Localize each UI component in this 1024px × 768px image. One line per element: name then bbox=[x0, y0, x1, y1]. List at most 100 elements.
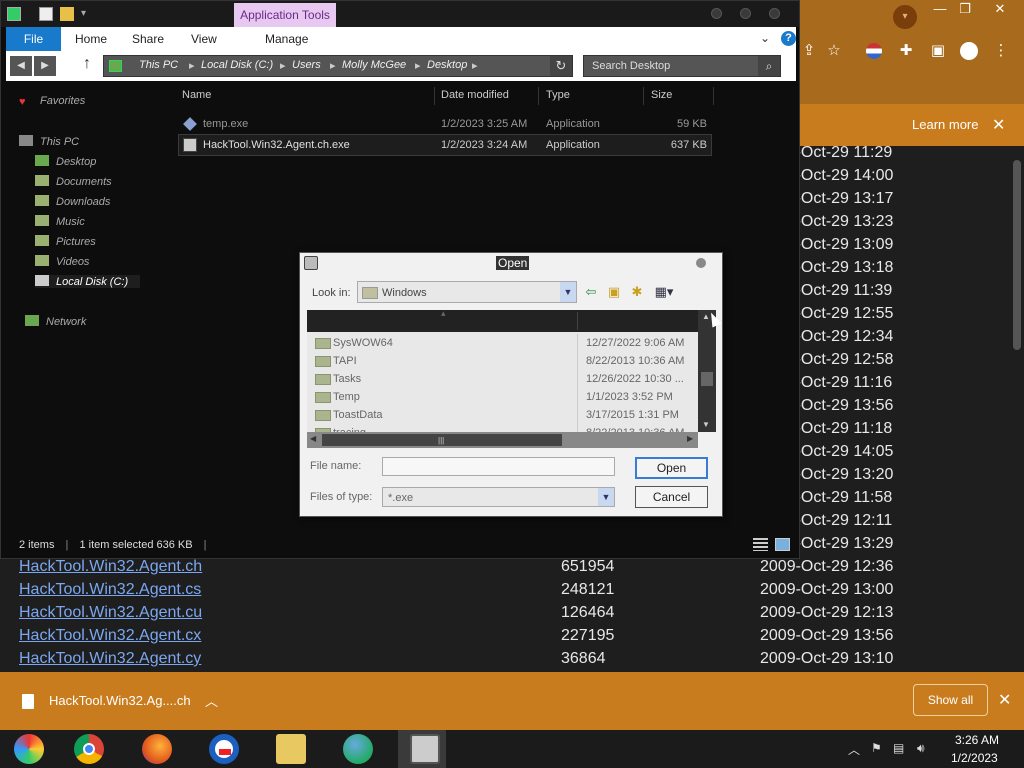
breadcrumb-this-pc[interactable]: This PC bbox=[139, 59, 178, 71]
search-icon[interactable]: ⌕ bbox=[758, 56, 780, 76]
taskbar-file-explorer[interactable] bbox=[264, 730, 312, 768]
nav-pictures[interactable]: Pictures bbox=[35, 235, 96, 248]
show-all-button[interactable]: Show all bbox=[913, 684, 988, 716]
new-folder-icon[interactable]: ✱ bbox=[628, 284, 646, 300]
column-divider[interactable] bbox=[434, 87, 435, 105]
up-arrow-icon[interactable]: ↑ bbox=[83, 55, 91, 73]
chevron-down-icon[interactable]: ▼ bbox=[560, 282, 576, 302]
breadcrumb-user[interactable]: Molly McGee bbox=[342, 59, 406, 71]
new-folder-icon[interactable] bbox=[60, 7, 74, 21]
properties-icon[interactable] bbox=[39, 7, 53, 21]
column-date[interactable]: Date modified bbox=[441, 89, 509, 101]
taskbar-chrome[interactable] bbox=[62, 730, 110, 768]
show-hidden-icons-icon[interactable]: ︿ bbox=[848, 741, 860, 758]
view-menu-icon[interactable]: ▦▾ bbox=[652, 284, 676, 300]
file-row[interactable]: temp.exe 1/2/2023 3:25 AM Application 59… bbox=[179, 114, 711, 134]
look-in-select[interactable]: Windows ▼ bbox=[357, 281, 577, 303]
tab-home[interactable]: Home bbox=[75, 27, 107, 51]
dialog-vertical-scrollbar[interactable]: ▲ ▼ bbox=[698, 310, 716, 432]
profile-menu-button[interactable]: ▾ bbox=[893, 5, 917, 29]
more-menu-icon[interactable]: ⋮ bbox=[990, 40, 1012, 62]
clock-time[interactable]: 3:26 AM bbox=[955, 733, 999, 747]
taskbar-opera[interactable] bbox=[197, 730, 245, 768]
nav-this-pc[interactable]: This PC bbox=[19, 135, 79, 148]
nav-music[interactable]: Music bbox=[35, 215, 85, 228]
chevron-up-icon[interactable]: ︿ bbox=[205, 691, 218, 710]
network-icon[interactable]: ▤ bbox=[893, 741, 904, 755]
tab-share[interactable]: Share bbox=[132, 27, 164, 51]
folder-row[interactable]: SysWOW64 12/27/2022 9:06 AM bbox=[307, 334, 698, 352]
side-panel-icon[interactable]: ▣ bbox=[927, 40, 949, 62]
folder-row[interactable]: Tasks 12/26/2022 10:30 ... bbox=[307, 370, 698, 388]
scroll-down-icon[interactable]: ▼ bbox=[702, 420, 710, 429]
column-type[interactable]: Type bbox=[546, 89, 570, 101]
nav-network[interactable]: Network bbox=[25, 315, 86, 328]
folder-row[interactable]: ToastData 3/17/2015 1:31 PM bbox=[307, 406, 698, 424]
dialog-vertical-scrollbar-thumb[interactable] bbox=[701, 372, 713, 386]
nav-favorites[interactable]: ♥ Favorites bbox=[19, 95, 85, 108]
account-avatar-icon[interactable] bbox=[958, 40, 980, 62]
back-arrow-icon[interactable]: ⇦ bbox=[582, 284, 600, 300]
breadcrumb-users[interactable]: Users bbox=[292, 59, 321, 71]
extension-flag-icon[interactable] bbox=[863, 40, 885, 62]
nav-videos[interactable]: Videos bbox=[35, 255, 89, 268]
file-link[interactable]: HackTool.Win32.Agent.ch bbox=[19, 558, 202, 576]
download-bar-close-icon[interactable]: ✕ bbox=[998, 690, 1011, 710]
file-link[interactable]: HackTool.Win32.Agent.cs bbox=[19, 581, 201, 599]
column-divider[interactable] bbox=[577, 312, 578, 330]
nav-desktop[interactable]: Desktop bbox=[35, 155, 96, 168]
learn-more-link[interactable]: Learn more bbox=[912, 117, 978, 132]
column-divider[interactable] bbox=[713, 87, 714, 105]
extensions-puzzle-icon[interactable]: ✚ bbox=[895, 40, 917, 62]
file-row-selected[interactable]: HackTool.Win32.Agent.ch.exe 1/2/2023 3:2… bbox=[178, 134, 712, 156]
scroll-right-icon[interactable]: ▶ bbox=[687, 434, 693, 443]
files-of-type-select[interactable]: *.exe ▼ bbox=[382, 487, 615, 507]
large-icons-view-icon[interactable] bbox=[775, 538, 790, 551]
file-link[interactable]: HackTool.Win32.Agent.cx bbox=[19, 627, 201, 645]
nav-downloads[interactable]: Downloads bbox=[35, 195, 110, 208]
folder-row[interactable]: TAPI 8/22/2013 10:36 AM bbox=[307, 352, 698, 370]
clock-date[interactable]: 1/2/2023 bbox=[951, 751, 998, 765]
nav-documents[interactable]: Documents bbox=[35, 175, 112, 188]
open-button[interactable]: Open bbox=[635, 457, 708, 479]
taskbar-hacktool[interactable] bbox=[398, 730, 446, 768]
explorer-maximize-button[interactable] bbox=[740, 8, 751, 19]
dialog-horizontal-scrollbar-thumb[interactable]: ||| bbox=[322, 434, 562, 446]
help-icon[interactable]: ? bbox=[781, 31, 796, 46]
file-name-input[interactable] bbox=[382, 457, 615, 476]
bookmark-star-icon[interactable]: ☆ bbox=[823, 40, 845, 62]
explorer-close-button[interactable] bbox=[769, 8, 780, 19]
file-link[interactable]: HackTool.Win32.Agent.cu bbox=[19, 604, 202, 622]
dialog-close-button[interactable] bbox=[696, 258, 706, 268]
page-scrollbar-thumb[interactable] bbox=[1013, 160, 1021, 350]
refresh-icon[interactable]: ↻ bbox=[550, 56, 572, 76]
up-folder-icon[interactable]: ▣ bbox=[605, 284, 623, 300]
column-divider[interactable] bbox=[538, 87, 539, 105]
column-size[interactable]: Size bbox=[651, 89, 672, 101]
download-item-name[interactable]: HackTool.Win32.Ag....ch bbox=[49, 693, 191, 708]
breadcrumb-desktop[interactable]: Desktop bbox=[427, 59, 467, 71]
column-divider[interactable] bbox=[643, 87, 644, 105]
taskbar-people-app[interactable] bbox=[331, 730, 379, 768]
browser-restore-button[interactable]: ❐ bbox=[950, 0, 980, 18]
nav-local-disk[interactable]: Local Disk (C:) bbox=[35, 275, 141, 288]
taskbar-firefox[interactable] bbox=[130, 730, 178, 768]
forward-button[interactable]: ▶ bbox=[34, 56, 56, 76]
scroll-left-icon[interactable]: ◀ bbox=[310, 434, 316, 443]
page-scrollbar[interactable] bbox=[1010, 146, 1024, 670]
taskbar-app-start[interactable] bbox=[2, 730, 50, 768]
ribbon-collapse-icon[interactable]: ⌄ bbox=[760, 31, 770, 45]
tab-view[interactable]: View bbox=[191, 27, 217, 51]
column-name[interactable]: Name bbox=[182, 89, 211, 101]
file-link[interactable]: HackTool.Win32.Agent.cy bbox=[19, 650, 201, 668]
search-input[interactable]: Search Desktop ⌕ bbox=[583, 55, 781, 77]
details-view-icon[interactable] bbox=[753, 538, 768, 551]
cancel-button[interactable]: Cancel bbox=[635, 486, 708, 508]
tab-manage[interactable]: Manage bbox=[265, 27, 308, 51]
volume-icon[interactable]: 🔊︎ bbox=[917, 741, 925, 756]
folder-row[interactable]: Temp 1/1/2023 3:52 PM bbox=[307, 388, 698, 406]
customize-toolbar-icon[interactable]: ▾ bbox=[81, 7, 95, 21]
dialog-horizontal-scrollbar[interactable]: ◀ ||| ▶ bbox=[307, 432, 698, 448]
explorer-minimize-button[interactable] bbox=[711, 8, 722, 19]
banner-close-icon[interactable]: ✕ bbox=[992, 115, 1005, 135]
